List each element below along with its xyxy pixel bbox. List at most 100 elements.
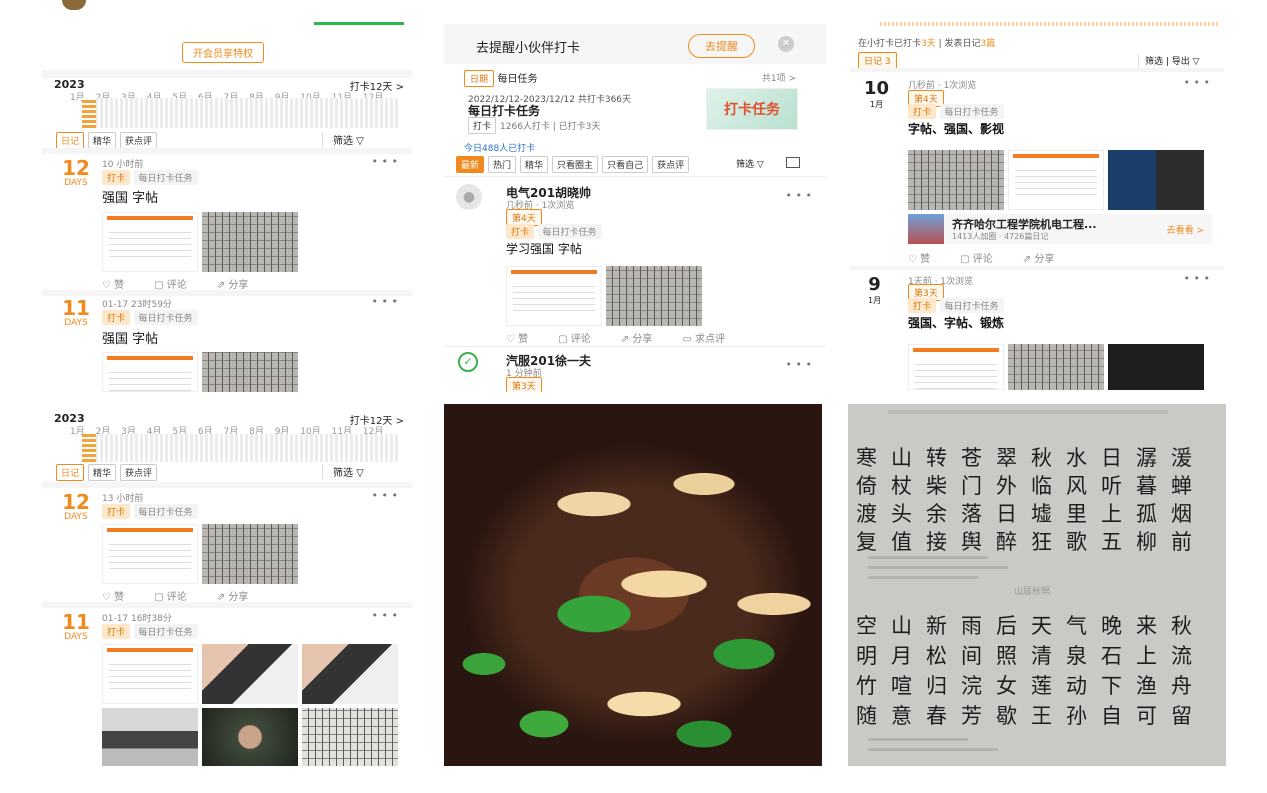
more-icon[interactable]: • • • [372, 295, 398, 308]
screenshot-thumb[interactable] [102, 352, 198, 392]
entry-actions: ♡ 赞 ▢ 评论 ⇗ 分享 ▭ 求点评 [506, 330, 826, 345]
panel-group-feed: 去提醒小伙伴打卡 去提醒 ✕ 日期 每日任务 共1项 > 2022/12/12-… [444, 24, 826, 392]
screenshot-thumb[interactable] [102, 524, 198, 584]
entry-tag: 打卡 每日打卡任务 [102, 310, 198, 325]
panel-profile-top: 开会员享特权 2023 打卡12天 > 1月 2月 3月 4月 5月 6月 7月… [42, 0, 412, 392]
poem-line: 倚杖柴门外临风听暮蝉 [856, 474, 1206, 498]
entry-time: 13 小时前 [102, 494, 144, 504]
more-icon[interactable]: • • • [372, 155, 398, 168]
today-count: 今日488人已打卡 [464, 144, 536, 154]
tab-owner[interactable]: 只看圈主 [552, 156, 599, 173]
remind-button[interactable]: 去提醒 [688, 34, 755, 58]
more-icon[interactable]: • • • [1184, 272, 1210, 285]
close-icon[interactable]: ✕ [778, 36, 794, 52]
entry-tag: 打卡 每日打卡任务 [908, 298, 1004, 313]
group-visit-link[interactable]: 去看看 > [1167, 223, 1204, 236]
entry-tag: 打卡 每日打卡任务 [506, 224, 602, 239]
entry-title: 强国 字帖 [102, 191, 159, 206]
entry-actions: ♡ 赞 ▢ 评论 ⇗ 分享 [102, 588, 278, 603]
screenshot-thumb[interactable] [908, 344, 1004, 390]
video-thumb[interactable] [1108, 150, 1204, 210]
share-button[interactable]: ⇗ 分享 [1023, 254, 1055, 265]
task-banner[interactable]: 打卡任务 [706, 88, 798, 130]
tab-reviewed[interactable]: 获点评 [120, 132, 158, 149]
movie-still[interactable] [202, 708, 298, 766]
day-marker: 11 DAYS [62, 610, 90, 642]
poem-heading: 山居秋暝 [1014, 587, 1051, 597]
copybook-thumb[interactable] [606, 266, 702, 326]
copybook-thumb[interactable] [908, 150, 1004, 210]
panel-profile-bottom: 2023 打卡12天 > 1月 2月 3月 4月 5月 6月 7月 8月 9月 … [42, 404, 412, 766]
entry-actions: ♡ 赞 ▢ 评论 ⇗ 分享 [908, 250, 1084, 265]
task-count[interactable]: 共1项 > [762, 71, 796, 84]
comment-button[interactable]: ▢ 评论 [558, 334, 591, 345]
day-marker: 12 DAYS [62, 156, 90, 188]
workout-photo[interactable] [102, 708, 198, 766]
check-icon: ✓ [458, 352, 478, 372]
dumbbell-photo[interactable] [202, 644, 298, 704]
group-name: 齐齐哈尔工程学院机电工程... [952, 218, 1097, 231]
group-card[interactable]: 齐齐哈尔工程学院机电工程... 1413人加圈 · 4726篇日记 去看看 > [908, 214, 1212, 244]
more-icon[interactable]: • • • [1184, 76, 1210, 89]
tab-featured[interactable]: 精华 [88, 464, 117, 481]
filter-tabs: 日记 精华 获点评 [56, 464, 161, 481]
poem-line: 渡头余落日墟里上孤烟 [856, 502, 1206, 526]
photo-thumb[interactable] [1108, 344, 1204, 390]
screenshot-thumb[interactable] [1008, 150, 1104, 210]
more-icon[interactable]: • • • [372, 489, 398, 502]
member-button[interactable]: 开会员享特权 [182, 42, 264, 63]
poem-line: 明月松间照清泉石上流 [856, 644, 1206, 668]
date-marker: 9 1月 [868, 274, 882, 305]
calendar-icon[interactable] [786, 157, 800, 168]
entry-title: 强国、字帖、锻炼 [908, 316, 1005, 330]
more-icon[interactable]: • • • [372, 609, 398, 622]
day-marker: 12 DAYS [62, 490, 90, 522]
share-button[interactable]: ⇗ 分享 [621, 334, 653, 345]
entry-tag: 打卡 每日打卡任务 [102, 624, 198, 639]
entry-time: 10 小时前 [102, 160, 144, 170]
comment-button[interactable]: ▢ 评论 [960, 254, 993, 265]
tab-featured[interactable]: 精华 [520, 156, 549, 173]
filter-button[interactable]: 筛选 ▽ [322, 132, 364, 147]
screenshot-thumb[interactable] [102, 212, 198, 272]
heatmap [42, 434, 412, 462]
tab-reviewed[interactable]: 获点评 [652, 156, 690, 173]
dumbbell-photo[interactable] [302, 644, 398, 704]
screenshot-thumb[interactable] [102, 644, 198, 704]
tab-reviewed[interactable]: 获点评 [120, 464, 158, 481]
entry-title: 强国 字帖 [102, 332, 159, 347]
screenshot-thumb[interactable] [506, 266, 602, 326]
ask-review-button[interactable]: ▭ 求点评 [682, 334, 725, 345]
tab-diary[interactable]: 日记 [56, 132, 85, 149]
progress-bar [314, 22, 404, 25]
copybook-thumb[interactable] [302, 708, 398, 766]
task-stats: 打卡 1266人打卡 | 已打卡3天 [468, 117, 600, 134]
entry-time: 01-17 23时59分 [102, 300, 172, 310]
entry-tag: 打卡 每日打卡任务 [102, 170, 198, 185]
tab-featured[interactable]: 精华 [88, 132, 117, 149]
copybook-thumb[interactable] [202, 352, 298, 392]
panel-diary-list: 在小打卡已打卡3天 | 发表日记3篇 日记 3 筛选 | 导出 ▽ 10 1月 几… [850, 22, 1224, 392]
poem-line: 寒山转苍翠秋水日潺湲 [856, 446, 1206, 470]
copybook-thumb[interactable] [202, 212, 298, 272]
more-icon[interactable]: • • • [786, 358, 812, 371]
feed-tabs: 最新 热门 精华 只看圈主 只看自己 获点评 [456, 156, 693, 173]
copybook-thumb[interactable] [202, 524, 298, 584]
tab-self[interactable]: 只看自己 [602, 156, 649, 173]
filter-button[interactable]: 筛选 ▽ [736, 157, 764, 170]
diary-tag[interactable]: 日记 3 [858, 52, 897, 69]
filter-export[interactable]: 筛选 | 导出 ▽ [1138, 54, 1200, 67]
poem-line: 随意春芳歇王孙自可留 [856, 704, 1206, 728]
group-image [908, 214, 944, 244]
like-button[interactable]: ♡ 赞 [506, 334, 528, 345]
tab-latest[interactable]: 最新 [456, 156, 485, 173]
avatar[interactable]: ● [456, 184, 482, 210]
remind-text: 去提醒小伙伴打卡 [476, 41, 581, 56]
like-button[interactable]: ♡ 赞 [908, 254, 930, 265]
tab-hot[interactable]: 热门 [488, 156, 517, 173]
filter-button[interactable]: 筛选 ▽ [322, 464, 364, 479]
tab-diary[interactable]: 日记 [56, 464, 85, 481]
day-badge: 第3天 [506, 377, 542, 392]
more-icon[interactable]: • • • [786, 189, 812, 202]
copybook-thumb[interactable] [1008, 344, 1104, 390]
